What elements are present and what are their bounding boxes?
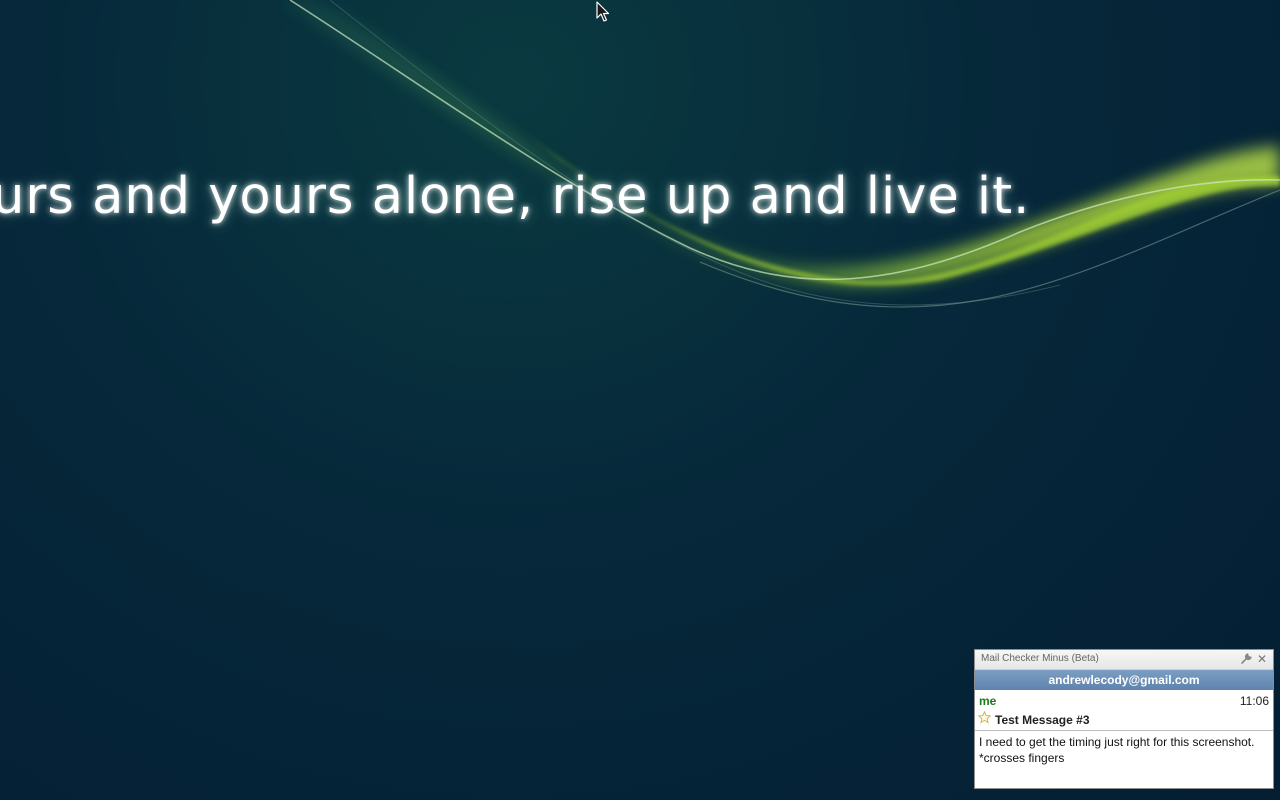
message-subject: Test Message #3 bbox=[995, 713, 1090, 727]
message-snippet: I need to get the timing just right for … bbox=[979, 735, 1255, 765]
desktop: urs and yours alone, rise up and live it… bbox=[0, 0, 1280, 800]
mouse-pointer-icon bbox=[596, 1, 610, 22]
star-icon[interactable] bbox=[978, 711, 991, 724]
notification-titlebar: Mail Checker Minus (Beta) ✕ bbox=[975, 650, 1273, 670]
notification-title: Mail Checker Minus (Beta) bbox=[981, 653, 1099, 664]
message-time: 11:06 bbox=[1239, 694, 1269, 708]
close-icon[interactable]: ✕ bbox=[1256, 652, 1268, 666]
message-sender: me bbox=[979, 694, 997, 708]
wallpaper-quote: urs and yours alone, rise up and live it… bbox=[0, 167, 1031, 226]
mail-notification-popup[interactable]: Mail Checker Minus (Beta) ✕ andrewlecody… bbox=[974, 649, 1274, 789]
message-divider bbox=[975, 730, 1273, 731]
wrench-icon[interactable] bbox=[1240, 653, 1252, 665]
account-email[interactable]: andrewlecody@gmail.com bbox=[975, 670, 1273, 690]
